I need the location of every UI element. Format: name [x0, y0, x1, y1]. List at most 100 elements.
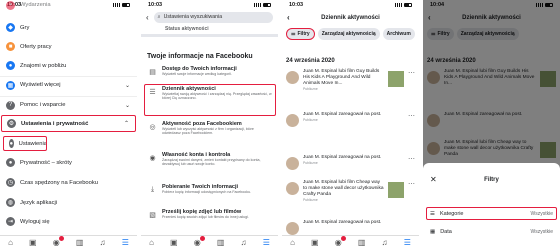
profile-icon[interactable]: ◉	[194, 236, 205, 247]
menu-item-help[interactable]: ? Pomoc i wsparcie ⌄	[0, 96, 137, 113]
marketplace-icon[interactable]: ▥	[217, 238, 225, 247]
menu-item-label: Wyświetl więcej	[20, 82, 61, 88]
menu-item-events[interactable]: ▪ Wydarzenia	[0, 0, 137, 10]
help-icon: ?	[6, 100, 15, 110]
item-desc: Zarządzaj swoimi danymi, zmień kontakt p…	[162, 158, 261, 167]
profile-icon[interactable]: ◉	[335, 236, 346, 247]
activity-log-header: ‹ Dziennik aktywności	[282, 9, 419, 26]
off-facebook-icon: ◎	[149, 123, 156, 131]
calendar-icon: ▦	[430, 228, 436, 235]
grid-icon: ▦	[6, 80, 15, 90]
search-icon: ⌕	[157, 13, 161, 20]
home-icon[interactable]: ⌂	[149, 238, 154, 247]
date-header: 24 września 2020	[286, 58, 335, 64]
bell-icon[interactable]: ♫	[241, 238, 247, 247]
transfer-photos-item[interactable]: ▧ Prześlij kopię zdjęć lub filmów Przenieś…	[147, 209, 272, 220]
menu-item-games[interactable]: ◆ Gry	[0, 19, 137, 36]
clock: 10:03	[148, 1, 163, 8]
activity-item[interactable]: Juan M. Espinal lubi film Cheap way to m…	[286, 180, 415, 224]
menu-item-time-on-facebook[interactable]: ◷ Czas spędzony na Facebooku	[0, 174, 137, 191]
off-facebook-activity-item[interactable]: ◎ Aktywność poza Facebookiem Wyświetl lub …	[147, 121, 272, 136]
privacy-label: Publiczne	[303, 117, 318, 122]
menu-item-privacy-shortcuts[interactable]: ● Prywatność – skróty	[0, 154, 137, 171]
list-icon: ☰	[430, 210, 435, 217]
video-thumbnail	[388, 182, 404, 198]
more-icon[interactable]: ⋯	[408, 69, 415, 113]
marketplace-icon[interactable]: ▥	[76, 238, 84, 247]
watch-icon[interactable]: ▣	[29, 238, 37, 247]
notification-dot	[199, 236, 205, 241]
home-icon[interactable]: ⌂	[8, 238, 13, 247]
more-icon[interactable]: ⋯	[408, 180, 415, 224]
menu-item-nearby-friends[interactable]: ● Znajomi w pobliżu	[0, 57, 137, 74]
account-ownership-item[interactable]: ◉ Własność konta i kontrola Zarządzaj swoi…	[147, 152, 272, 167]
sheet-title: Filtry	[484, 177, 499, 183]
filters-sheet: ✕ Filtry ☰ Kategorie Wszystkie ▦ Data Wszyst…	[423, 163, 560, 249]
signal-icon	[395, 2, 402, 7]
avatar	[286, 222, 299, 235]
tab-bar: ⌂ ▣ ◉ ▥ ♫ ☰	[282, 235, 419, 249]
row-label: Kategorie	[439, 210, 464, 217]
more-icon[interactable]: ⋯	[408, 112, 415, 156]
menu-item-label: Czas spędzony na Facebooku	[20, 179, 98, 186]
item-desc: Przenieś kopię swoich zdjęć lub filmów d…	[162, 215, 249, 219]
activity-log-item[interactable]: ☰ Dziennik aktywności Wyświetlaj swoją akt…	[144, 84, 276, 116]
menu-icon[interactable]: ☰	[263, 238, 270, 247]
item-desc: Wyświetlaj swoją aktywność i zarządzaj n…	[162, 92, 272, 101]
activity-status-item[interactable]: Status aktywności	[165, 26, 209, 32]
watch-icon[interactable]: ▣	[311, 238, 319, 247]
access-your-information-item[interactable]: ▤ Dostęp do Twoich informacji Wyświetl swo…	[147, 66, 272, 77]
notification-dot	[340, 236, 346, 241]
tab-bar: ⌂ ▣ ◉ ▥ ♫ ☰	[141, 235, 278, 249]
globe-icon: ◍	[6, 198, 15, 207]
date-row[interactable]: ▦ Data Wszystkie	[426, 225, 557, 238]
manage-activity-chip[interactable]: Zarządzaj aktywnością	[317, 28, 380, 40]
activity-item[interactable]: Juan M. Espinal lubi film Guy Builds His…	[286, 69, 415, 113]
menu-icon[interactable]: ☰	[404, 238, 411, 247]
profile-icon[interactable]: ◉	[53, 236, 64, 247]
divider	[141, 34, 278, 37]
menu-item-logout[interactable]: ⇥ Wyloguj się	[0, 213, 137, 230]
activity-text: Juan M. Espinal zareagował na post.	[303, 220, 382, 225]
chevron-down-icon: ⌄	[124, 102, 130, 109]
bell-icon[interactable]: ♫	[382, 238, 388, 247]
video-thumbnail	[388, 71, 404, 87]
battery-icon	[263, 2, 271, 7]
tab-bar: ⌂ ▣ ◉ ▥ ♫ ☰	[0, 235, 137, 249]
account-icon: ◉	[149, 154, 156, 162]
archive-chip[interactable]: Archiwum	[382, 28, 415, 40]
briefcase-icon: ■	[6, 42, 15, 51]
filters-panel: 10:04 ‹Dziennik aktywności ⚌Filtry Zarzą…	[423, 0, 560, 249]
row-value: Wszystkie	[530, 210, 554, 217]
menu-item-settings[interactable]: ● Ustawienia	[3, 136, 47, 151]
row-label: Data	[440, 228, 452, 235]
activity-item[interactable]: Juan M. Espinal zareagował na post. Publi…	[286, 112, 415, 156]
privacy-label: Publiczne	[303, 160, 318, 165]
settings-panel: 10:03 ‹ ⌕ Ustawienia wyszukiwania Status …	[141, 0, 278, 249]
home-icon[interactable]: ⌂	[290, 238, 295, 247]
menu-panel: 10:03 ▪Wydarzenia ◆Gry ■Oferty pracy ●Zn…	[0, 0, 137, 249]
watch-icon[interactable]: ▣	[170, 238, 178, 247]
search-input[interactable]: ⌕ Ustawienia wyszukiwania	[153, 11, 273, 23]
document-icon: ▤	[149, 68, 156, 76]
item-desc: Wyświetl lub wyczyść aktywność z firm i …	[162, 127, 254, 136]
menu-item-see-more[interactable]: ▦ Wyświetl więcej ⌄	[0, 76, 137, 93]
bell-icon[interactable]: ♫	[100, 238, 106, 247]
clock-icon: ◷	[6, 178, 15, 187]
menu-item-app-language[interactable]: ◍ Język aplikacji	[0, 194, 137, 211]
download-information-item[interactable]: ⤓ Pobieranie Twoich informacji Pobierz kop…	[147, 184, 272, 195]
back-arrow-icon[interactable]: ‹	[287, 13, 290, 22]
lock-icon: ●	[6, 158, 15, 167]
activity-item[interactable]: Juan M. Espinal zareagował na post.	[286, 220, 415, 235]
marketplace-icon[interactable]: ▥	[358, 238, 366, 247]
search-placeholder: Ustawienia wyszukiwania	[163, 14, 223, 20]
item-desc: Pobierz kopię informacji udostępnionych …	[162, 190, 252, 194]
categories-row[interactable]: ☰ Kategorie Wszystkie	[426, 207, 557, 220]
menu-item-settings-privacy[interactable]: ⚙ Ustawienia i prywatność ⌃	[1, 115, 136, 132]
chip-label: Archiwum	[386, 31, 411, 37]
menu-icon[interactable]: ☰	[122, 238, 129, 247]
back-arrow-icon[interactable]: ‹	[146, 13, 149, 22]
menu-item-jobs[interactable]: ■ Oferty pracy	[0, 38, 137, 55]
filters-chip[interactable]: ⚌Filtry	[286, 28, 315, 40]
avatar	[286, 157, 299, 170]
